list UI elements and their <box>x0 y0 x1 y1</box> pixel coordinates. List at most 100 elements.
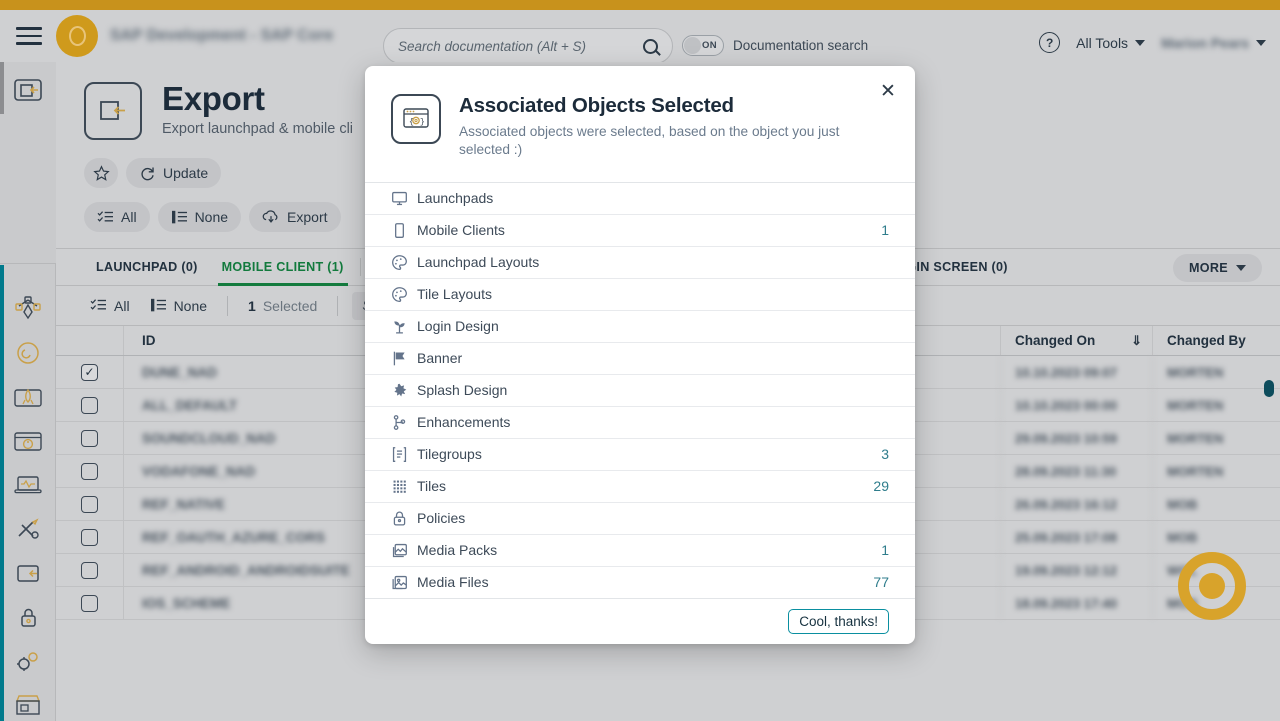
sidebar-item-settings[interactable] <box>0 639 56 683</box>
app-logo[interactable] <box>56 15 98 57</box>
documentation-search-toggle[interactable]: ON <box>682 35 724 56</box>
column-header-changed-on[interactable]: Changed On ⇓ <box>1000 326 1152 355</box>
object-row[interactable]: Launchpads <box>365 183 915 215</box>
object-row[interactable]: Enhancements <box>365 407 915 439</box>
toolbar-divider <box>337 296 338 316</box>
row-checkbox[interactable] <box>81 595 98 612</box>
more-tabs-button[interactable]: MORE <box>1173 254 1262 282</box>
rocket-window-icon <box>12 384 44 410</box>
user-name-label: Marion Pears <box>1161 35 1249 51</box>
select-none-button[interactable]: None <box>158 202 241 232</box>
toolbar-divider <box>227 296 228 316</box>
object-label: Tile Layouts <box>417 286 492 302</box>
close-icon[interactable]: ✕ <box>875 78 901 104</box>
user-menu[interactable]: Marion Pears <box>1161 35 1266 51</box>
object-row[interactable]: Mobile Clients 1 <box>365 215 915 247</box>
object-label: Mobile Clients <box>417 222 505 238</box>
hamburger-menu-icon[interactable] <box>16 27 42 45</box>
sidebar-item-security[interactable] <box>0 595 56 639</box>
page-subtitle: Export launchpad & mobile cli <box>162 121 353 137</box>
row-checkbox[interactable] <box>81 496 98 513</box>
branch-icon <box>391 414 408 431</box>
more-label: MORE <box>1189 261 1228 275</box>
svg-text:}: } <box>420 118 425 127</box>
sidebar-item-design-tool[interactable] <box>0 287 56 331</box>
page-export-icon <box>84 82 142 140</box>
object-row[interactable]: Tilegroups3 <box>365 439 915 471</box>
row-checkbox[interactable] <box>81 364 98 381</box>
toolbar-none-button[interactable]: None <box>144 298 213 314</box>
sprout-icon <box>391 318 408 335</box>
object-label: Splash Design <box>417 382 507 398</box>
select-all-button[interactable]: All <box>84 202 150 232</box>
row-checkbox[interactable] <box>81 463 98 480</box>
selected-count: 1 Selected <box>242 298 323 314</box>
object-count: 1 <box>881 542 889 558</box>
object-row[interactable]: Login Design <box>365 311 915 343</box>
sidebar-item-launchpad[interactable] <box>0 375 56 419</box>
row-checkbox-cell <box>56 587 124 619</box>
update-button[interactable]: Update <box>126 158 221 188</box>
associated-objects-list: Launchpads Mobile Clients 1 Launchpad Layou… <box>365 182 915 599</box>
object-row[interactable]: Policies <box>365 503 915 535</box>
gear-icon <box>12 648 44 674</box>
refresh-icon <box>139 165 156 182</box>
row-checkbox[interactable] <box>81 430 98 447</box>
browser-palette-icon <box>12 428 44 454</box>
favorite-button[interactable] <box>84 158 118 188</box>
sidebar-top-section <box>0 62 56 264</box>
toolbar-all-button[interactable]: All <box>84 298 136 314</box>
list-box-icon <box>391 446 408 463</box>
lock-icon <box>391 510 417 527</box>
search-input[interactable] <box>398 39 643 54</box>
toolbar-all-label: All <box>114 298 130 314</box>
vertical-scrollbar-thumb[interactable] <box>1264 380 1274 397</box>
documentation-search-box[interactable] <box>383 28 673 64</box>
row-checkbox[interactable] <box>81 562 98 579</box>
sidebar-item-appearance[interactable] <box>0 419 56 463</box>
sidebar-item-store[interactable] <box>0 683 56 721</box>
cell-changed-by: MORTEN <box>1152 455 1280 487</box>
cell-changed-on: 25.09.2023 17:08 <box>1000 521 1152 553</box>
all-tools-label: All Tools <box>1076 35 1128 51</box>
palette-circle-icon <box>13 340 43 366</box>
media-pack-icon <box>391 542 408 559</box>
object-row[interactable]: Launchpad Layouts <box>365 247 915 279</box>
object-row[interactable]: Media Files77 <box>365 567 915 599</box>
export-button[interactable]: Export <box>249 202 340 232</box>
object-row[interactable]: Tile Layouts <box>365 279 915 311</box>
top-accent-bar <box>0 0 1280 10</box>
object-row[interactable]: Splash Design <box>365 375 915 407</box>
object-row[interactable]: Tiles29 <box>365 471 915 503</box>
all-tools-menu[interactable]: All Tools <box>1076 35 1145 51</box>
row-checkbox[interactable] <box>81 529 98 546</box>
tab-mobile-client[interactable]: MOBILE CLIENT (1) <box>210 249 356 285</box>
modal-browser-config-icon: { } <box>391 94 441 144</box>
object-row[interactable]: Banner <box>365 343 915 375</box>
object-label: Media Packs <box>417 542 497 558</box>
tab-launchpad[interactable]: LAUNCHPAD (0) <box>84 249 210 285</box>
sidebar-active-marker <box>0 62 4 114</box>
column-header-changed-by[interactable]: Changed By <box>1152 326 1280 355</box>
tablet-icon <box>391 222 417 239</box>
row-checkbox[interactable] <box>81 397 98 414</box>
sidebar-item-export[interactable] <box>0 68 56 112</box>
sidebar-item-export-2[interactable] <box>0 551 56 595</box>
chevron-down-icon <box>1256 40 1266 46</box>
row-checkbox-cell <box>56 422 124 454</box>
object-count: 1 <box>881 222 889 238</box>
sidebar-item-monitoring[interactable] <box>0 463 56 507</box>
select-none-label: None <box>195 209 228 225</box>
cell-changed-by: MOB <box>1152 587 1280 619</box>
cell-changed-on: 29.09.2023 10:59 <box>1000 422 1152 454</box>
sidebar-item-theme[interactable] <box>0 331 56 375</box>
sidebar-item-tools[interactable] <box>0 507 56 551</box>
lock-icon <box>391 510 408 527</box>
confirm-button[interactable]: Cool, thanks! <box>788 609 889 634</box>
object-row[interactable]: Media Packs 1 <box>365 535 915 567</box>
cell-changed-by: MOB <box>1152 521 1280 553</box>
help-icon[interactable]: ? <box>1039 32 1060 53</box>
left-sidebar <box>0 62 56 721</box>
modal-description: Associated objects were selected, based … <box>459 123 859 160</box>
object-count: 77 <box>873 574 889 590</box>
